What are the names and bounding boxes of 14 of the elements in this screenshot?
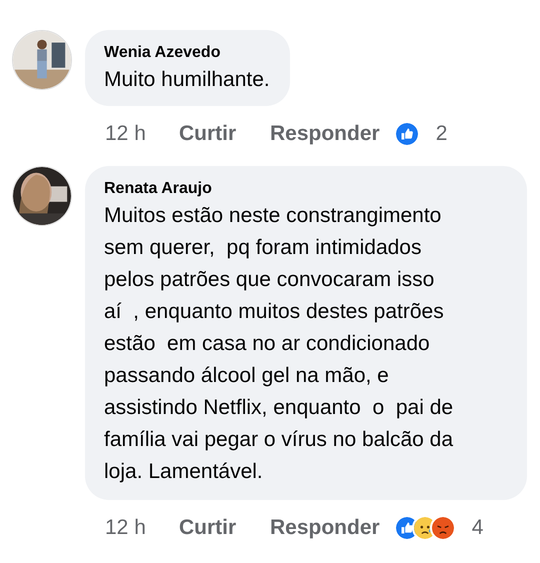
author-name[interactable]: Renata Araujo [104,178,507,200]
reply-link[interactable]: Responder [270,118,380,150]
author-name[interactable]: Wenia Azevedo [104,42,270,64]
reply-link[interactable]: Responder [270,512,380,544]
like-link[interactable]: Curtir [179,512,270,544]
comment-time: 12 h [105,515,147,542]
angry-emoji-icon [430,515,456,541]
like-link[interactable]: Curtir [179,118,270,150]
comment-text: Muito humilhante. [104,67,270,93]
reaction-count: 4 [472,515,484,542]
reaction-count: 2 [436,121,448,148]
comment-text: Muitos estão neste constrangimento sem querer, pq foram intimidados pelos patrões que convocaram isso aí , enquanto muitos destes patrões estão em casa no ar condicionado passando álcool gel na mão, e assistindo Netflix, enquanto o pai de família vai pegar o vírus no balcão da loja. Lamentável. [104,203,454,485]
comment-time: 12 h [105,121,147,148]
thumbs-up-icon [394,121,420,147]
